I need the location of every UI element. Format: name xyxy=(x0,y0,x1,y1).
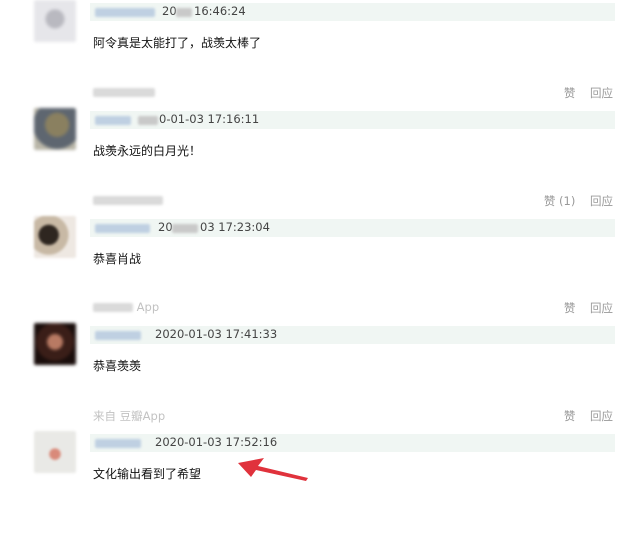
date-prefix: 20 xyxy=(158,220,173,234)
username[interactable] xyxy=(95,8,155,17)
comment-source xyxy=(93,85,155,99)
reply-button[interactable]: 回应 xyxy=(590,194,613,208)
comment-source xyxy=(93,193,163,207)
comment-actions: 赞 回应 xyxy=(553,408,613,424)
reply-button[interactable]: 回应 xyxy=(590,301,613,315)
like-button[interactable]: 赞 xyxy=(564,409,576,423)
comment-source: 来自 豆瓣App xyxy=(93,408,165,424)
comment-text: 文化输出看到了希望 xyxy=(93,467,202,481)
username[interactable] xyxy=(95,116,131,125)
date-redacted xyxy=(172,224,198,233)
source-app: 来自 豆瓣App xyxy=(93,409,166,423)
like-button[interactable]: 赞 (1) xyxy=(544,194,575,208)
timestamp: 16:46:24 xyxy=(194,4,246,18)
avatar[interactable] xyxy=(34,431,76,473)
reply-button[interactable]: 回应 xyxy=(590,86,613,100)
comment-text: 恭喜肖战 xyxy=(93,252,142,266)
timestamp: 2020-01-03 17:41:33 xyxy=(155,327,278,341)
comment-meta: 20 03 17:23:04 xyxy=(90,219,615,237)
avatar[interactable] xyxy=(34,0,76,42)
like-button[interactable]: 赞 xyxy=(564,301,576,315)
avatar[interactable] xyxy=(34,108,76,150)
comment-actions: 赞 回应 xyxy=(553,300,613,316)
comment-meta: 2020-01-03 17:41:33 xyxy=(90,326,615,344)
avatar[interactable] xyxy=(34,323,76,365)
comment-text: 阿令真是太能打了，战羡太棒了 xyxy=(93,36,262,50)
username[interactable] xyxy=(95,439,141,448)
comment-item: 来自 豆瓣App 赞 回应 2020-01-03 17:52:16 文化输出看到… xyxy=(0,409,640,538)
like-button[interactable]: 赞 xyxy=(564,86,576,100)
comment-actions: 赞 回应 xyxy=(553,85,613,101)
timestamp: 2020-01-03 17:52:16 xyxy=(155,435,278,449)
comment-meta: 2020-01-03 17:52:16 xyxy=(90,434,615,452)
comment-meta: 0-01-03 17:16:11 xyxy=(90,111,615,129)
date-redacted xyxy=(176,8,192,17)
reply-button[interactable]: 回应 xyxy=(590,409,613,423)
arrow-annotation-icon xyxy=(238,458,308,481)
username[interactable] xyxy=(95,331,141,340)
timestamp: 0-01-03 17:16:11 xyxy=(159,112,260,126)
username[interactable] xyxy=(95,224,150,233)
comment-text: 恭喜羡羡 xyxy=(93,359,142,373)
date-redacted xyxy=(138,116,158,125)
source-app: App xyxy=(136,300,160,314)
comment-text: 战羡永远的白月光！ xyxy=(93,144,202,158)
comment-actions: 赞 (1) 回应 xyxy=(533,193,613,209)
avatar[interactable] xyxy=(34,216,76,258)
date-prefix: 20 xyxy=(162,4,177,18)
comment-source: App xyxy=(93,300,159,314)
comment-meta: 20 16:46:24 xyxy=(90,3,615,21)
timestamp: 03 17:23:04 xyxy=(200,220,270,234)
